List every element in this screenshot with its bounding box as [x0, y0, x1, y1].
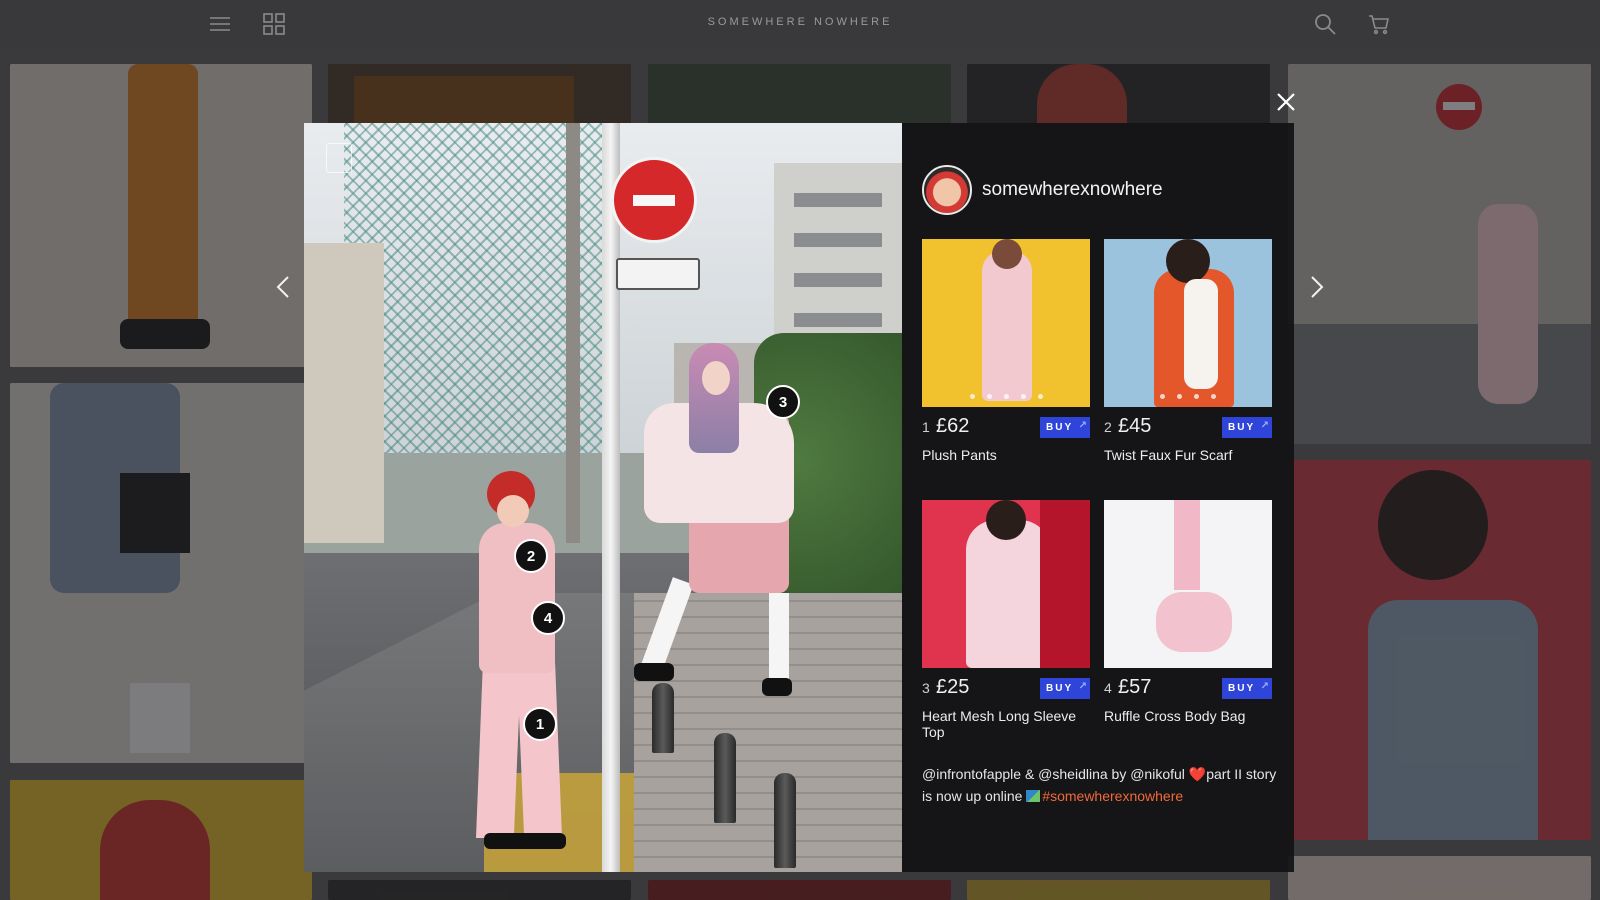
- photo-utility-pole: [566, 123, 580, 543]
- lookbook-photo: 1 2 3 4: [304, 123, 902, 872]
- product-index: 1: [922, 419, 930, 435]
- product-image[interactable]: [922, 500, 1090, 668]
- model-hair: [689, 343, 739, 453]
- grid-tile[interactable]: [648, 880, 951, 900]
- product-index: 4: [1104, 680, 1112, 696]
- product-card-3[interactable]: 3 £25 BUY ↗ Heart Mesh Long Sleeve Top: [922, 500, 1090, 740]
- grid-tile[interactable]: [1288, 460, 1591, 840]
- grid-tile[interactable]: [328, 880, 631, 900]
- grid-tile[interactable]: [967, 64, 1270, 124]
- model-shoes: [762, 678, 792, 696]
- external-link-icon: ↗: [1078, 420, 1087, 431]
- model-face: [497, 495, 529, 527]
- hotspot-1[interactable]: 1: [523, 707, 557, 741]
- brand-logo[interactable]: SOMEWHERE NOWHERE: [0, 16, 1600, 28]
- photo-sign-pole: [602, 123, 620, 872]
- buy-button[interactable]: BUY ↗: [1040, 678, 1090, 699]
- product-image[interactable]: [1104, 239, 1272, 407]
- carousel-dots: [922, 394, 1090, 399]
- cart-icon[interactable]: [1367, 12, 1391, 36]
- external-link-icon: ↗: [1078, 681, 1087, 692]
- product-card-2[interactable]: 2 £45 BUY ↗ Twist Faux Fur Scarf: [1104, 239, 1272, 467]
- search-icon[interactable]: [1313, 12, 1337, 36]
- japanese-street-sign: [616, 258, 700, 290]
- hotspot-4[interactable]: 4: [531, 601, 565, 635]
- hotspot-2[interactable]: 2: [514, 539, 548, 573]
- buy-button[interactable]: BUY ↗: [1222, 417, 1272, 438]
- product-index: 2: [1104, 419, 1112, 435]
- buy-label: BUY: [1228, 683, 1256, 694]
- grid-tile[interactable]: [1288, 856, 1591, 900]
- close-icon[interactable]: [1272, 88, 1300, 116]
- model-face: [702, 361, 730, 395]
- username[interactable]: somewherexnowhere: [982, 179, 1163, 201]
- grid-tile[interactable]: [10, 780, 312, 900]
- product-card-4[interactable]: 4 £57 BUY ↗ Ruffle Cross Body Bag: [1104, 500, 1272, 728]
- buy-label: BUY: [1046, 683, 1074, 694]
- buy-button[interactable]: BUY ↗: [1222, 678, 1272, 699]
- next-arrow-icon[interactable]: [1305, 275, 1329, 299]
- product-name[interactable]: Twist Faux Fur Scarf: [1104, 447, 1232, 463]
- post-caption: @infrontofapple & @sheidlina by @nikoful…: [922, 763, 1282, 807]
- external-link-icon: ↗: [1260, 420, 1269, 431]
- model-shoes: [484, 833, 566, 849]
- grid-tile[interactable]: [967, 880, 1270, 900]
- buy-button[interactable]: BUY ↗: [1040, 417, 1090, 438]
- buy-label: BUY: [1228, 422, 1256, 433]
- product-image[interactable]: [922, 239, 1090, 407]
- product-image[interactable]: [1104, 500, 1272, 668]
- product-name[interactable]: Plush Pants: [922, 447, 997, 463]
- model-leg: [769, 593, 789, 683]
- hotspot-3[interactable]: 3: [766, 385, 800, 419]
- bollard: [774, 773, 796, 868]
- grid-tile[interactable]: [328, 64, 631, 124]
- bollard: [652, 683, 674, 753]
- buy-label: BUY: [1046, 422, 1074, 433]
- grid-tile[interactable]: [10, 64, 312, 367]
- product-panel: somewherexnowhere 1 £62 BUY ↗ Plush Pants: [902, 123, 1294, 872]
- photo-badge-icon: [326, 143, 352, 173]
- site-header: SOMEWHERE NOWHERE: [0, 0, 1600, 48]
- carousel-dots: [1104, 394, 1272, 399]
- product-price: £62: [936, 415, 970, 437]
- avatar[interactable]: [922, 165, 972, 215]
- product-name[interactable]: Heart Mesh Long Sleeve Top: [922, 708, 1090, 740]
- product-name[interactable]: Ruffle Cross Body Bag: [1104, 708, 1245, 724]
- heart-icon: ❤️: [1188, 766, 1207, 782]
- rainbow-flag-icon: [1026, 790, 1041, 802]
- model-shoes: [634, 663, 674, 681]
- grid-tile[interactable]: [648, 64, 951, 124]
- external-link-icon: ↗: [1260, 681, 1269, 692]
- photo-building: [304, 243, 384, 543]
- lightbox-modal: 1 2 3 4 somewherexnowhere 1 £62 BUY ↗ Plu…: [304, 123, 1294, 872]
- hashtag-link[interactable]: #somewherexnowhere: [1042, 788, 1183, 804]
- product-card-1[interactable]: 1 £62 BUY ↗ Plush Pants: [922, 239, 1090, 467]
- no-entry-sign: [611, 157, 697, 243]
- bollard: [714, 733, 736, 823]
- grid-tile[interactable]: [1288, 64, 1591, 444]
- caption-text: @infrontofapple & @sheidlina by @nikoful: [922, 766, 1189, 782]
- product-price: £45: [1118, 415, 1152, 437]
- product-index: 3: [922, 680, 930, 696]
- previous-arrow-icon[interactable]: [271, 275, 295, 299]
- grid-tile[interactable]: [10, 383, 312, 763]
- product-price: £25: [936, 676, 970, 698]
- product-price: £57: [1118, 676, 1152, 698]
